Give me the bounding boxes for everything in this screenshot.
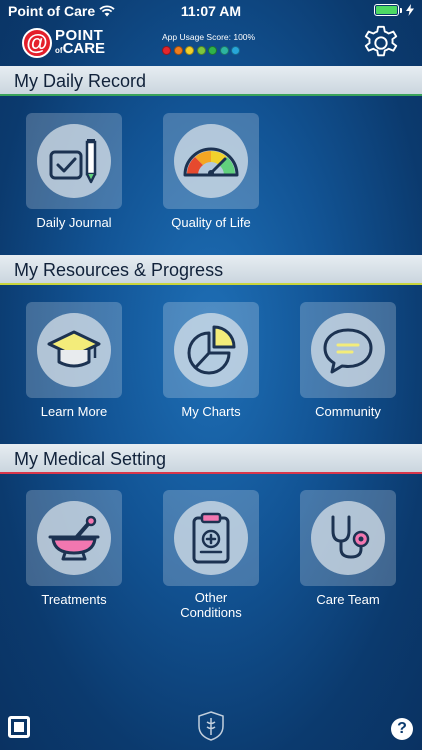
usage-dot — [173, 46, 183, 55]
clipboard-icon — [192, 512, 230, 564]
tile-label: Learn More — [40, 404, 108, 419]
tile-my-charts[interactable]: My Charts — [163, 302, 259, 419]
usage-dot — [208, 46, 217, 55]
section-title: My Resources & Progress — [14, 259, 224, 280]
status-bar: Point of Care 11:07 AM — [0, 0, 422, 22]
menu-square-icon[interactable] — [8, 716, 30, 738]
tile-quality-of-life[interactable]: Quality of Life — [163, 113, 259, 230]
usage-dot — [219, 46, 229, 55]
tile-label: Care Team — [316, 592, 380, 607]
section-title: My Medical Setting — [14, 448, 167, 469]
battery-icon — [374, 4, 402, 16]
tile-treatments[interactable]: Treatments — [26, 490, 122, 607]
tile-label: Treatments — [41, 592, 107, 607]
tile-other-conditions[interactable]: Other Conditions — [163, 490, 259, 620]
tile-learn-more[interactable]: Learn More — [26, 302, 122, 419]
chat-bubble-icon — [323, 328, 373, 374]
point-of-care-logo: @ POINT ofCARE — [22, 28, 105, 58]
status-right — [374, 4, 414, 16]
help-icon[interactable]: ? — [391, 718, 413, 740]
app-header: @ POINT ofCARE App Usage Score: 100% — [0, 22, 422, 66]
tile-label: Daily Journal — [36, 215, 112, 230]
graduation-cap-icon — [47, 330, 101, 368]
tile-care-team[interactable]: Care Team — [300, 490, 396, 607]
tile-daily-journal[interactable]: Daily Journal — [26, 113, 122, 230]
usage-score-label: App Usage Score: 100% — [162, 32, 256, 42]
tile-label: Quality of Life — [171, 215, 251, 230]
logo-at-icon: @ — [22, 28, 52, 58]
status-time: 11:07 AM — [180, 3, 242, 19]
usage-dot — [185, 46, 194, 55]
settings-gear-icon[interactable] — [362, 24, 400, 62]
section-accent-line — [0, 472, 422, 474]
tile-community[interactable]: Community — [300, 302, 396, 419]
charging-bolt-icon — [406, 4, 414, 16]
usage-dot — [231, 46, 240, 55]
usage-dot — [196, 46, 206, 55]
section-accent-line — [0, 94, 422, 96]
usage-dot — [162, 46, 171, 55]
app-usage-score: App Usage Score: 100% — [162, 32, 255, 55]
section-header-resources-progress: My Resources & Progress — [0, 255, 422, 285]
tile-label: My Charts — [181, 404, 241, 419]
section-header-medical-setting: My Medical Setting — [0, 444, 422, 474]
section-header-daily-record: My Daily Record — [0, 66, 422, 96]
tile-label: Other Conditions — [180, 590, 242, 620]
section-accent-line — [0, 283, 422, 285]
mortar-pestle-icon — [48, 515, 100, 561]
tile-label: Community — [315, 404, 381, 419]
usage-score-dots — [162, 46, 255, 55]
pie-chart-icon — [187, 325, 236, 375]
journal-icon — [49, 139, 97, 184]
section-title: My Daily Record — [14, 70, 147, 91]
gauge-icon — [183, 147, 239, 177]
shield-caduceus-icon[interactable] — [197, 710, 225, 742]
stethoscope-icon — [331, 515, 370, 559]
